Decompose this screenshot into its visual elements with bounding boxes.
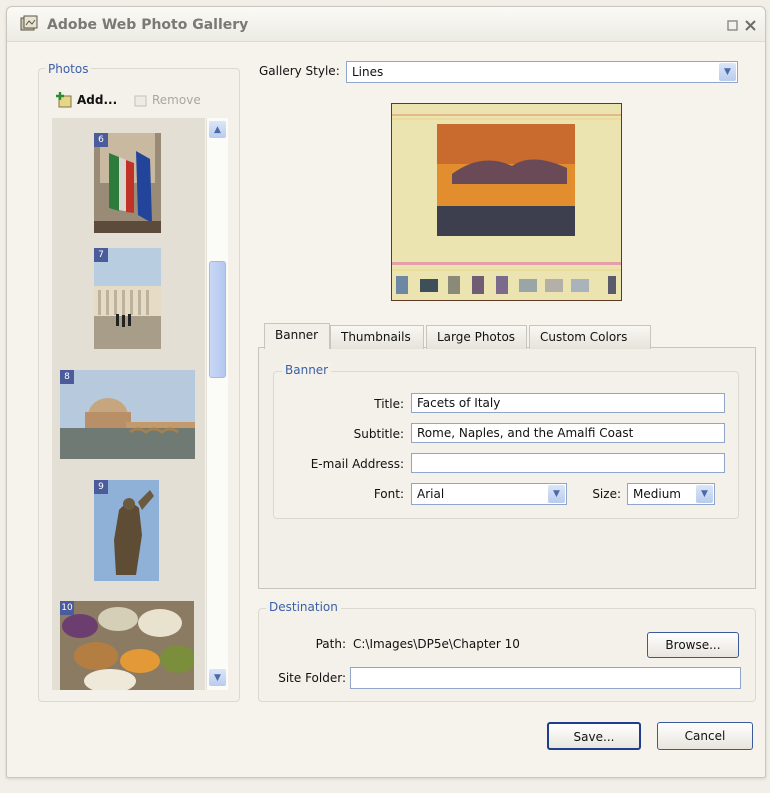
photo-list[interactable]: 6 7 8 9 10: [52, 118, 205, 690]
cancel-label: Cancel: [684, 729, 726, 743]
tab-large-photos[interactable]: Large Photos: [426, 325, 527, 349]
maximize-icon[interactable]: [727, 20, 739, 32]
photo-thumbnail[interactable]: 7: [94, 248, 161, 349]
photo-image: [60, 601, 196, 690]
photo-image: [94, 248, 161, 349]
photo-image: [94, 133, 161, 233]
subtitle-input[interactable]: Rome, Naples, and the Amalfi Coast: [411, 423, 725, 443]
photo-gallery-app-icon: [20, 15, 38, 31]
title-input[interactable]: Facets of Italy: [411, 393, 725, 413]
tab-custom-colors-label: Custom Colors: [540, 330, 628, 344]
thumb-number: 10: [60, 601, 74, 615]
thumb-number: 9: [94, 480, 108, 494]
font-value: Arial: [417, 487, 445, 501]
add-label: Add...: [77, 93, 118, 107]
chevron-down-icon: ▼: [214, 672, 221, 683]
tab-large-photos-label: Large Photos: [437, 330, 516, 344]
window-title: Adobe Web Photo Gallery: [47, 17, 249, 33]
preview-image: [392, 104, 621, 300]
font-label: Font:: [373, 487, 404, 501]
thumb-number: 6: [94, 133, 108, 147]
photo-thumbnail[interactable]: 8: [60, 370, 195, 459]
photo-thumbnail[interactable]: 6: [94, 133, 161, 233]
size-value: Medium: [633, 487, 681, 501]
scroll-up-button[interactable]: ▲: [209, 121, 226, 138]
close-icon[interactable]: [744, 19, 757, 32]
browse-button[interactable]: Browse...: [647, 632, 739, 658]
email-label: E-mail Address:: [310, 457, 404, 471]
banner-legend: Banner: [282, 363, 332, 377]
size-label: Size:: [592, 487, 621, 501]
tab-custom-colors[interactable]: Custom Colors: [529, 325, 651, 349]
email-input[interactable]: [411, 453, 725, 473]
gallery-preview: [391, 103, 622, 301]
photo-thumbnail[interactable]: 9: [94, 480, 159, 581]
chevron-up-icon: ▲: [214, 124, 221, 135]
subtitle-value: Rome, Naples, and the Amalfi Coast: [417, 426, 634, 440]
title-bar: Adobe Web Photo Gallery: [7, 7, 765, 42]
subtitle-label: Subtitle:: [353, 427, 404, 441]
photo-image: [60, 370, 195, 459]
add-photo-icon: [56, 92, 72, 108]
title-label: Title:: [374, 397, 404, 411]
remove-label: Remove: [152, 93, 201, 107]
thumb-number: 7: [94, 248, 108, 262]
destination-legend: Destination: [266, 600, 341, 614]
chevron-down-icon[interactable]: ▼: [719, 63, 736, 81]
chevron-down-icon[interactable]: ▼: [548, 485, 565, 503]
site-folder-input[interactable]: [350, 667, 741, 689]
add-photo-button[interactable]: Add...: [55, 90, 117, 110]
gallery-style-label: Gallery Style:: [259, 64, 340, 78]
photo-list-scrollbar[interactable]: ▲ ▼: [206, 118, 228, 690]
photos-legend: Photos: [45, 62, 92, 76]
font-select[interactable]: Arial ▼: [411, 483, 567, 505]
size-select[interactable]: Medium ▼: [627, 483, 715, 505]
tab-banner[interactable]: Banner: [264, 323, 330, 349]
tab-thumbnails[interactable]: Thumbnails: [330, 325, 424, 349]
photo-thumbnail[interactable]: 10: [60, 601, 196, 690]
tab-thumbnails-label: Thumbnails: [341, 330, 411, 344]
save-label: Save...: [573, 730, 615, 744]
remove-photo-button[interactable]: Remove: [132, 90, 201, 110]
scroll-down-button[interactable]: ▼: [209, 669, 226, 686]
gallery-style-select[interactable]: Lines ▼: [346, 61, 738, 83]
path-label: Path:: [315, 637, 346, 651]
site-folder-label: Site Folder:: [278, 671, 346, 685]
path-value: C:\Images\DP5e\Chapter 10: [353, 637, 520, 651]
cancel-button[interactable]: Cancel: [657, 722, 753, 750]
photo-image: [94, 480, 159, 581]
gallery-style-value: Lines: [352, 65, 384, 79]
chevron-down-icon[interactable]: ▼: [696, 485, 713, 503]
browse-label: Browse...: [665, 638, 721, 652]
thumb-number: 8: [60, 370, 74, 384]
title-value: Facets of Italy: [417, 396, 501, 410]
save-button[interactable]: Save...: [547, 722, 641, 750]
scroll-thumb[interactable]: [209, 261, 226, 378]
remove-photo-icon: [134, 95, 147, 107]
tab-banner-label: Banner: [275, 328, 319, 342]
